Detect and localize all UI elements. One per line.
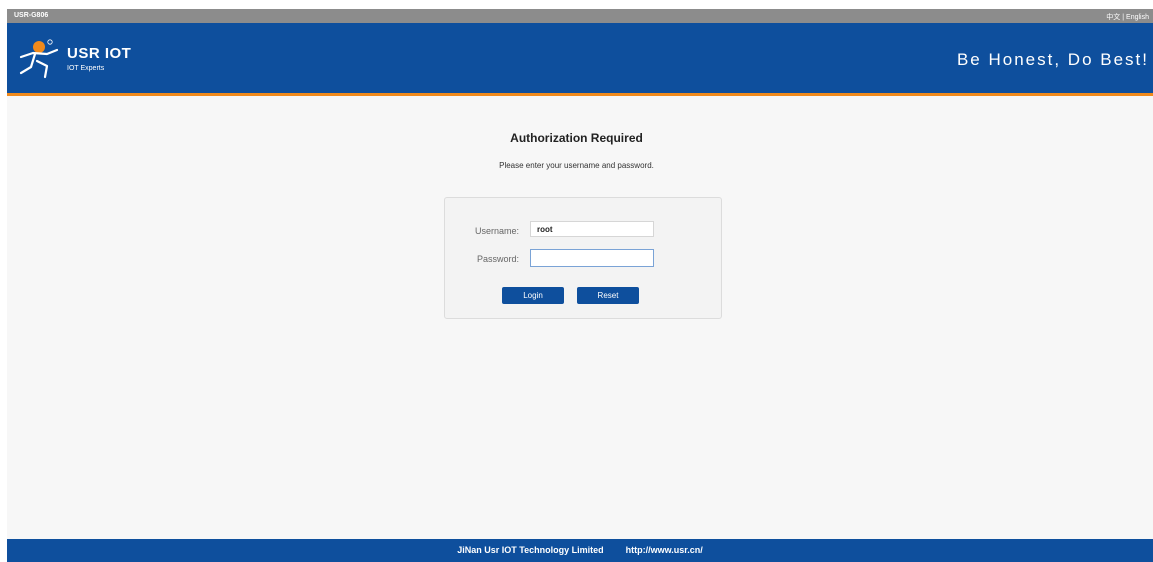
footer-url-link[interactable]: http://www.usr.cn/ bbox=[626, 545, 703, 555]
login-button[interactable]: Login bbox=[502, 287, 564, 304]
device-model: USR-G806 bbox=[14, 12, 49, 19]
password-label: Password: bbox=[476, 254, 519, 264]
page-title: Authorization Required bbox=[510, 131, 643, 145]
usr-logo-icon bbox=[19, 39, 59, 79]
top-bar: USR-G806 中文 | English bbox=[7, 9, 1153, 23]
language-switcher: 中文 | English bbox=[1106, 12, 1149, 22]
lang-english-link[interactable]: English bbox=[1126, 14, 1149, 21]
login-form: Username: Password: Login Reset bbox=[444, 197, 722, 319]
header-banner: USR IOT IOT Experts Be Honest, Do Best! bbox=[7, 23, 1153, 96]
page-subtitle: Please enter your username and password. bbox=[499, 161, 654, 170]
brand-tagline: IOT Experts bbox=[67, 65, 105, 72]
password-input[interactable] bbox=[530, 249, 654, 267]
username-input[interactable] bbox=[530, 221, 654, 237]
lang-separator: | bbox=[1122, 14, 1125, 21]
username-label: Username: bbox=[474, 226, 519, 236]
brand-block: USR IOT IOT Experts bbox=[67, 45, 131, 72]
reset-button[interactable]: Reset bbox=[577, 287, 639, 304]
lang-chinese-link[interactable]: 中文 bbox=[1106, 14, 1120, 21]
slogan: Be Honest, Do Best! bbox=[956, 50, 1149, 69]
footer-bar: JiNan Usr IOT Technology Limited http://w… bbox=[7, 539, 1153, 562]
footer-company: JiNan Usr IOT Technology Limited bbox=[457, 545, 604, 555]
brand-name: USR IOT bbox=[67, 45, 132, 62]
